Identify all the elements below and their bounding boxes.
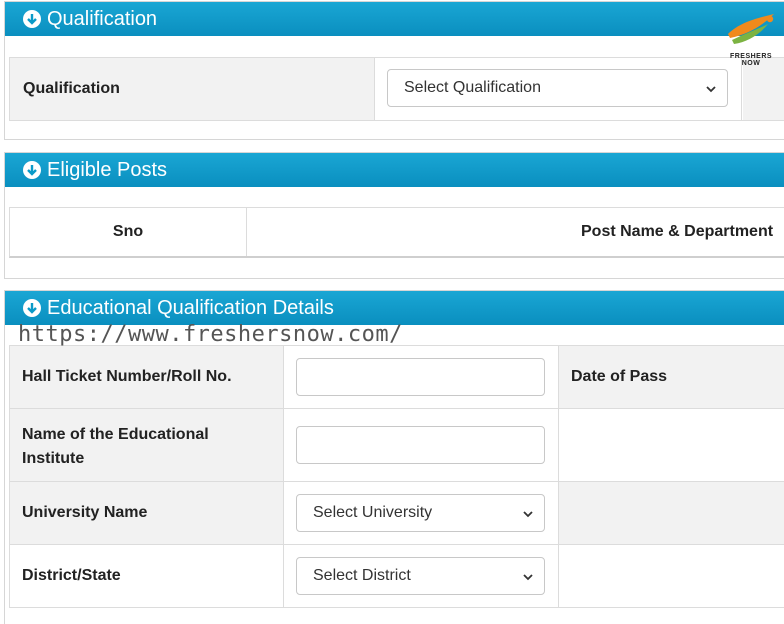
hall-ticket-input[interactable] (296, 358, 545, 396)
qualification-label-cell: Qualification (10, 58, 375, 120)
university-label: University Name (22, 504, 148, 521)
post-name-column-label: Post Name & Department (581, 223, 774, 240)
date-of-pass-label-cell: Date of Pass (558, 346, 784, 408)
sno-column-label: Sno (112, 223, 144, 240)
education-details-panel-header[interactable]: Educational Qualification Details (5, 291, 784, 325)
freshers-now-logo: FRESHERS NOW (720, 12, 782, 67)
arrow-down-circle-icon (23, 161, 41, 179)
hall-ticket-label-cell: Hall Ticket Number/Roll No. (10, 346, 284, 408)
district-label-cell: District/State (10, 545, 284, 607)
arrow-down-circle-icon (23, 10, 41, 28)
sno-column-header: Sno (10, 208, 247, 256)
qualification-extra-cell (743, 58, 784, 120)
empty-cell (558, 545, 784, 607)
institute-label-line2: Institute (22, 450, 85, 467)
institute-input[interactable] (296, 426, 545, 464)
qualification-panel: Qualification Qualification Select Quali… (4, 1, 784, 140)
eligible-posts-panel-header[interactable]: Eligible Posts (5, 153, 784, 187)
qualification-select-value: Select Qualification (404, 79, 541, 96)
eligible-posts-table-header: Sno Post Name & Department (9, 207, 784, 258)
post-name-column-header: Post Name & Department (248, 208, 784, 256)
eligible-posts-panel: Eligible Posts Sno Post Name & Departmen… (4, 152, 784, 279)
institute-label: Name of the Educational Institute (22, 423, 209, 471)
education-details-panel-title: Educational Qualification Details (47, 296, 334, 319)
empty-cell (558, 409, 784, 481)
chevron-down-icon (522, 570, 534, 588)
qualification-panel-title: Qualification (47, 7, 158, 30)
university-select-value: Select University (313, 504, 433, 521)
chevron-down-icon (522, 507, 534, 525)
freshers-now-logo-text: FRESHERS NOW (729, 53, 773, 67)
freshers-now-logo-mark (728, 14, 774, 44)
district-label: District/State (22, 567, 121, 584)
university-label-cell: University Name (10, 482, 284, 544)
empty-cell (558, 482, 784, 544)
institute-label-line1: Name of the Educational (22, 426, 209, 443)
website-watermark: https://www.freshersnow.com/ (18, 322, 403, 347)
hall-ticket-label: Hall Ticket Number/Roll No. (22, 368, 232, 385)
district-select-value: Select District (313, 567, 411, 584)
qualification-label: Qualification (23, 80, 120, 97)
university-select[interactable]: Select University (296, 494, 545, 532)
date-of-pass-label: Date of Pass (571, 368, 668, 385)
qualification-select[interactable]: Select Qualification (387, 69, 728, 107)
institute-label-cell: Name of the Educational Institute (10, 409, 284, 481)
chevron-down-icon (705, 82, 717, 100)
eligible-posts-panel-title: Eligible Posts (47, 158, 168, 181)
qualification-panel-header[interactable]: Qualification (5, 2, 784, 36)
arrow-down-circle-icon (23, 299, 41, 317)
district-select[interactable]: Select District (296, 557, 545, 595)
